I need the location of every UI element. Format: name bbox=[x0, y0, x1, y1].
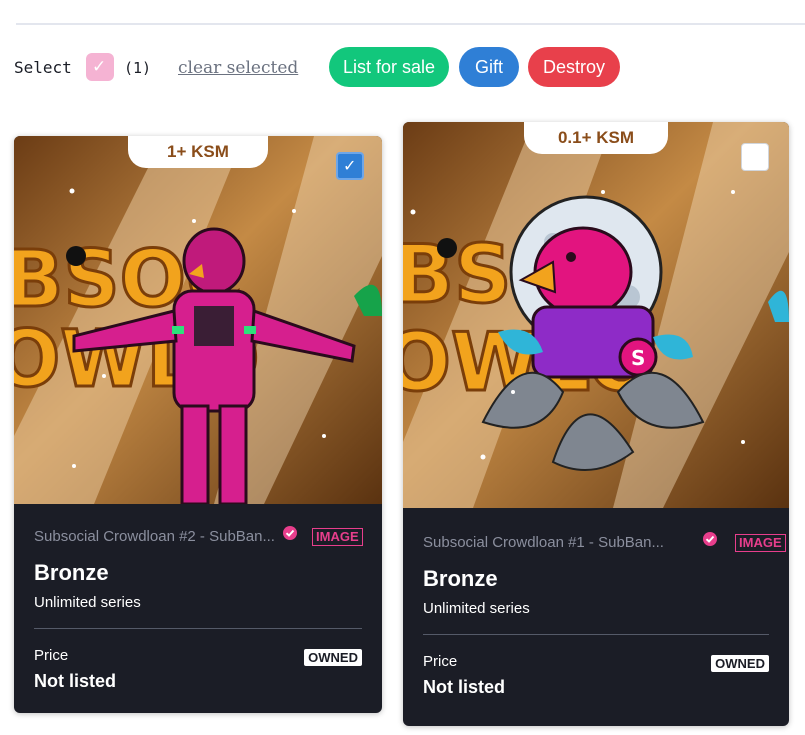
media-type-tag: IMAGE bbox=[735, 534, 786, 552]
selection-toolbar: Select ✓ (1) clear selected List for sal… bbox=[14, 47, 794, 87]
collection-name[interactable]: Subsocial Crowdloan #2 - SubBan... bbox=[34, 528, 275, 545]
clear-selected-link[interactable]: clear selected bbox=[178, 58, 298, 78]
price-tier-badge: 1+ KSM bbox=[128, 136, 268, 168]
nft-card[interactable]: BSOC OWLO 1+ KSM ✓ Subsocial Crowdloan #… bbox=[14, 136, 382, 713]
owned-badge: OWNED bbox=[304, 649, 362, 666]
nft-card[interactable]: BSOC OWLO S bbox=[403, 122, 789, 726]
card-select-checkbox[interactable] bbox=[741, 143, 769, 171]
nft-image[interactable]: BSOC OWLO bbox=[14, 136, 382, 504]
price-label: Price bbox=[423, 653, 458, 670]
nft-name[interactable]: Bronze bbox=[34, 560, 362, 586]
card-info: Subsocial Crowdloan #2 - SubBan... IMAGE… bbox=[34, 524, 363, 697]
nft-image[interactable]: BSOC OWLO S bbox=[403, 122, 789, 508]
select-all-checkbox[interactable]: ✓ bbox=[86, 53, 114, 81]
collection-name[interactable]: Subsocial Crowdloan #1 - SubBan... bbox=[423, 534, 664, 551]
card-select-checkbox[interactable]: ✓ bbox=[336, 152, 364, 180]
owned-badge: OWNED bbox=[711, 655, 769, 672]
destroy-button[interactable]: Destroy bbox=[528, 47, 620, 87]
selected-count: (1) bbox=[124, 59, 152, 77]
price-tier-badge: 0.1+ KSM bbox=[524, 122, 668, 154]
list-for-sale-button[interactable]: List for sale bbox=[329, 47, 449, 87]
price-value: Not listed bbox=[423, 677, 506, 697]
verified-icon bbox=[283, 526, 297, 540]
moon-bird-icon: BSOC OWLO S bbox=[403, 122, 789, 508]
series-label: Unlimited series bbox=[423, 600, 530, 617]
price-value: Not listed bbox=[34, 671, 117, 691]
media-type-tag: IMAGE bbox=[312, 528, 363, 546]
card-divider bbox=[34, 628, 362, 629]
price-label: Price bbox=[34, 647, 69, 664]
verified-icon bbox=[703, 532, 717, 546]
gift-button[interactable]: Gift bbox=[459, 47, 519, 87]
header-divider bbox=[16, 23, 805, 25]
select-label: Select bbox=[14, 58, 72, 77]
svg-text:S: S bbox=[631, 346, 645, 370]
checkmark-icon: ✓ bbox=[92, 57, 107, 77]
checkmark-icon: ✓ bbox=[343, 156, 357, 175]
astronaut-bird-icon: BSOC OWLO bbox=[14, 136, 382, 504]
nft-name[interactable]: Bronze bbox=[423, 566, 769, 592]
series-label: Unlimited series bbox=[34, 594, 141, 611]
card-divider bbox=[423, 634, 769, 635]
card-info: Subsocial Crowdloan #1 - SubBan... IMAGE… bbox=[423, 530, 786, 703]
